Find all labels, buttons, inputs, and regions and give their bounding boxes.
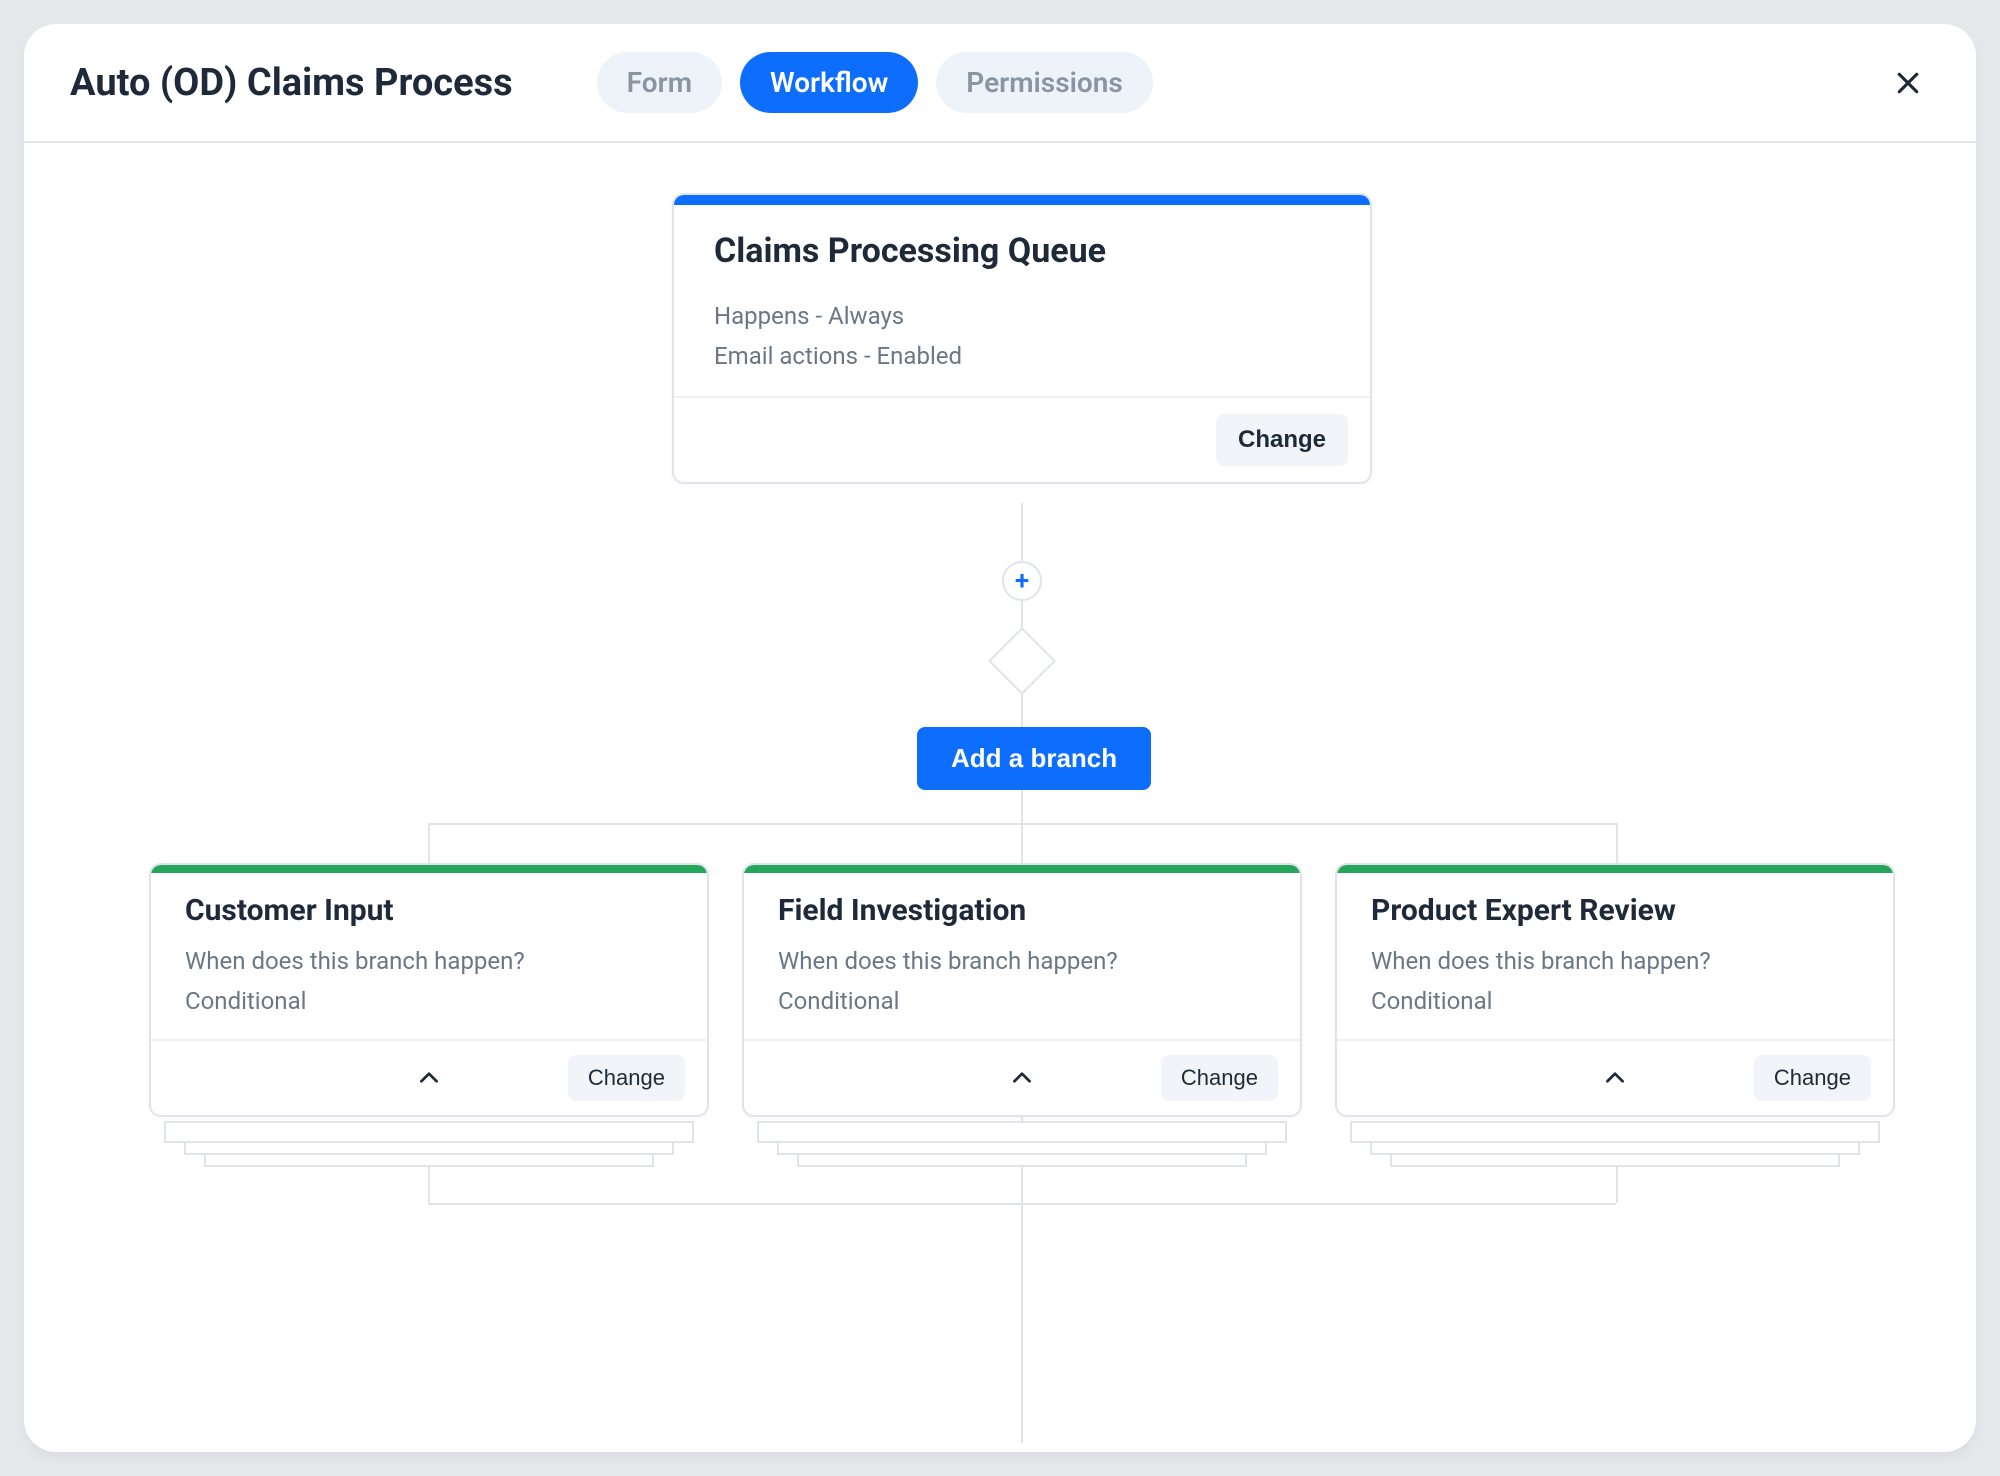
workflow-editor-window: Auto (OD) Claims Process Form Workflow P… xyxy=(24,24,1976,1452)
branch-question: When does this branch happen? xyxy=(1371,942,1859,982)
connector-line xyxy=(428,823,1616,825)
page-title: Auto (OD) Claims Process xyxy=(70,61,513,105)
tabs: Form Workflow Permissions xyxy=(597,52,1153,113)
card-stack-shadow xyxy=(164,1121,694,1143)
root-step-meta-1: Happens - Always xyxy=(714,297,1330,337)
branch-title: Customer Input xyxy=(185,893,673,928)
branch-title: Field Investigation xyxy=(778,893,1266,928)
change-button[interactable]: Change xyxy=(1216,414,1348,466)
branch-answer: Conditional xyxy=(185,982,673,1022)
card-accent-bar xyxy=(151,865,707,873)
card-stack-shadow xyxy=(1350,1121,1880,1143)
branch-question: When does this branch happen? xyxy=(185,942,673,982)
tab-form[interactable]: Form xyxy=(597,52,722,113)
chevron-up-icon[interactable] xyxy=(1602,1065,1628,1091)
branch-card-field-investigation[interactable]: Field Investigation When does this branc… xyxy=(742,863,1302,1117)
decision-node[interactable] xyxy=(988,627,1056,695)
change-button[interactable]: Change xyxy=(568,1055,685,1101)
change-button[interactable]: Change xyxy=(1161,1055,1278,1101)
add-step-button[interactable]: + xyxy=(1002,561,1042,601)
branch-question: When does this branch happen? xyxy=(778,942,1266,982)
tab-workflow[interactable]: Workflow xyxy=(740,52,918,113)
branch-title: Product Expert Review xyxy=(1371,893,1859,928)
root-step-title: Claims Processing Queue xyxy=(714,231,1330,271)
header: Auto (OD) Claims Process Form Workflow P… xyxy=(24,24,1976,143)
branch-card-product-expert-review[interactable]: Product Expert Review When does this bra… xyxy=(1335,863,1895,1117)
tab-permissions[interactable]: Permissions xyxy=(936,52,1152,113)
branch-card-customer-input[interactable]: Customer Input When does this branch hap… xyxy=(149,863,709,1117)
card-stack-shadow xyxy=(757,1121,1287,1143)
root-step-card[interactable]: Claims Processing Queue Happens - Always… xyxy=(672,193,1372,484)
plus-icon: + xyxy=(1015,566,1029,596)
workflow-canvas: Claims Processing Queue Happens - Always… xyxy=(24,143,1976,1452)
card-accent-bar xyxy=(1337,865,1893,873)
branch-answer: Conditional xyxy=(1371,982,1859,1022)
add-branch-button[interactable]: Add a branch xyxy=(917,727,1151,790)
chevron-up-icon[interactable] xyxy=(1009,1065,1035,1091)
change-button[interactable]: Change xyxy=(1754,1055,1871,1101)
card-accent-bar xyxy=(674,195,1370,205)
close-icon[interactable] xyxy=(1886,61,1930,105)
connector-line xyxy=(428,1203,1616,1205)
card-accent-bar xyxy=(744,865,1300,873)
branch-answer: Conditional xyxy=(778,982,1266,1022)
root-step-meta-2: Email actions - Enabled xyxy=(714,337,1330,377)
chevron-up-icon[interactable] xyxy=(416,1065,442,1091)
